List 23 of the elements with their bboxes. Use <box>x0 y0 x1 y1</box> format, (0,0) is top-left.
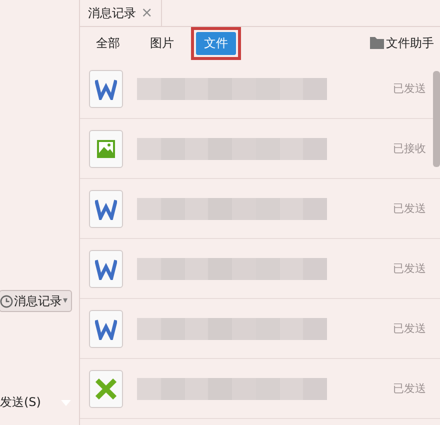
filter-tab[interactable]: 图片 <box>142 32 182 54</box>
file-assistant-link[interactable]: 文件助手 <box>386 34 434 52</box>
status-label: 已发送 <box>393 81 426 96</box>
send-button[interactable]: 发送(S) <box>0 394 41 411</box>
excel-file-icon <box>89 370 123 408</box>
word-file-icon <box>89 190 123 228</box>
word-file-icon <box>89 250 123 288</box>
history-button[interactable]: 消息记录▾ <box>0 290 72 312</box>
image-file-icon <box>89 130 123 168</box>
status-label: 已发送 <box>393 321 426 336</box>
clock-icon <box>0 294 13 308</box>
filter-tab[interactable]: 全部 <box>88 32 128 54</box>
folder-icon <box>370 37 384 49</box>
word-file-icon <box>89 310 123 348</box>
filter-tab[interactable]: 文件 <box>196 32 236 54</box>
history-tab[interactable]: 消息记录 × <box>80 0 162 26</box>
scrollbar[interactable] <box>433 71 440 167</box>
status-label: 已接收 <box>393 141 426 156</box>
word-file-icon <box>89 70 123 108</box>
status-label: 已发送 <box>393 201 426 216</box>
status-label: 已发送 <box>393 381 426 396</box>
tab-title: 消息记录 <box>88 4 136 22</box>
status-label: 已发送 <box>393 261 426 276</box>
